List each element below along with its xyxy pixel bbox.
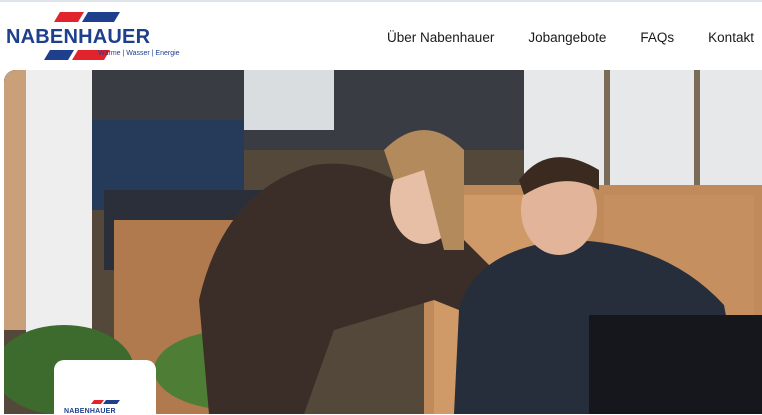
- badge-stripes-icon: [91, 400, 120, 404]
- brand-name: NABENHAUER: [6, 26, 151, 48]
- brand-logo[interactable]: NABENHAUER Wärme | Wasser | Energie: [6, 12, 181, 64]
- site-header: NABENHAUER Wärme | Wasser | Energie Über…: [0, 2, 762, 70]
- badge-logo-card: NABENHAUER: [54, 360, 156, 415]
- nav-item-contact[interactable]: Kontakt: [708, 30, 754, 45]
- main-nav: Über Nabenhauer Jobangebote FAQs Kontakt: [387, 30, 754, 45]
- nav-item-faqs[interactable]: FAQs: [640, 30, 674, 45]
- brand-tagline: Wärme | Wasser | Energie: [98, 50, 180, 57]
- nav-item-about[interactable]: Über Nabenhauer: [387, 30, 494, 45]
- nav-item-jobs[interactable]: Jobangebote: [528, 30, 606, 45]
